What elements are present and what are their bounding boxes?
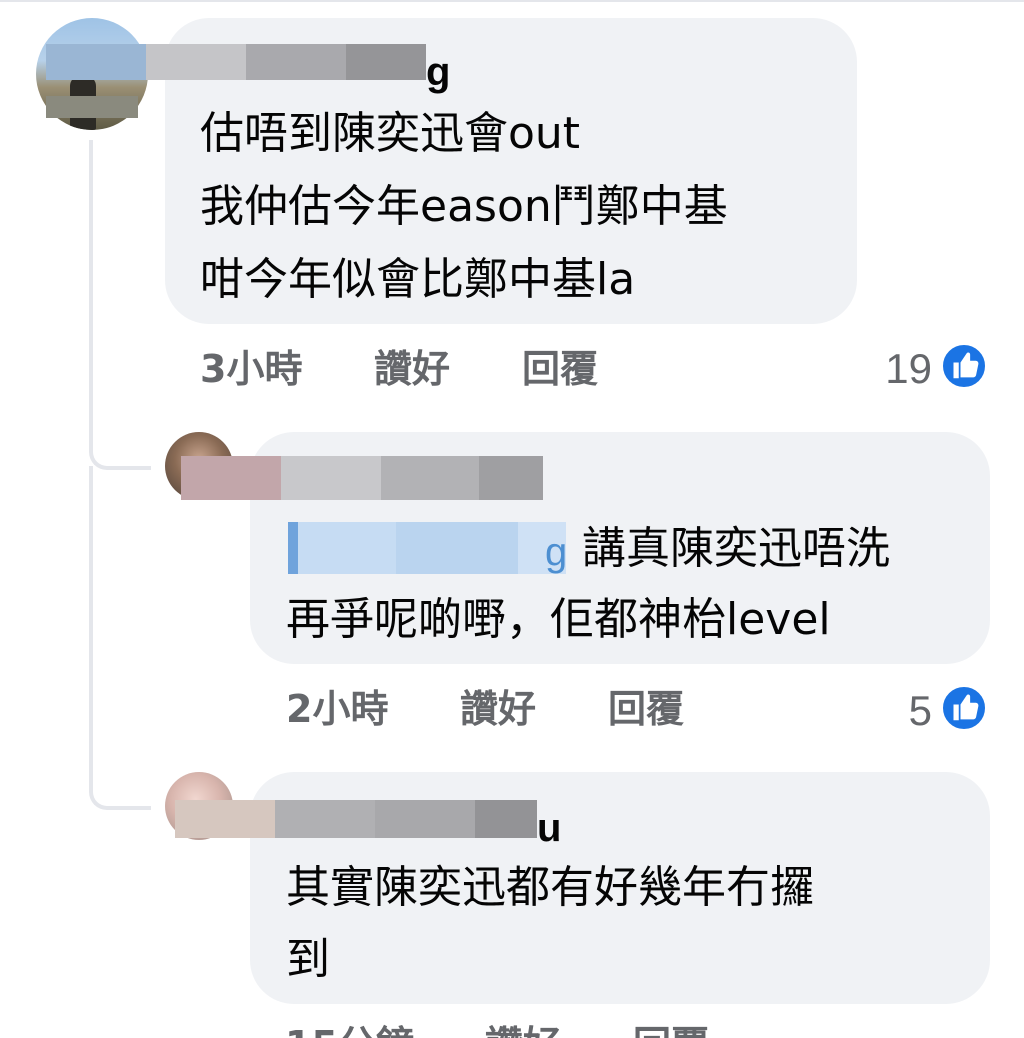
comment-timestamp: 2小時 xyxy=(286,687,389,731)
redacted-name[interactable] xyxy=(46,44,426,80)
like-count[interactable]: 5 xyxy=(880,690,932,732)
author-name-tail[interactable]: u xyxy=(537,808,561,848)
comment-text-line: 講真陳奕迅唔洗 xyxy=(582,523,890,574)
comment-text-line: 再爭呢啲嘢，佢都神枱level xyxy=(286,594,831,645)
like-button[interactable]: 讚好 xyxy=(374,350,450,388)
comment-timestamp: 3小時 xyxy=(200,347,303,391)
top-divider xyxy=(0,0,1024,2)
like-button[interactable]: 讚好 xyxy=(460,690,536,728)
like-button[interactable]: 讚好 xyxy=(485,1026,561,1038)
thumbs-up-icon[interactable] xyxy=(940,342,988,390)
mention-name-tail[interactable]: g xyxy=(545,532,567,572)
thumbs-up-icon[interactable] xyxy=(940,684,988,732)
comment-text-line: 我仲估今年eason鬥鄭中基 xyxy=(200,181,728,232)
redacted-overlay xyxy=(46,96,138,118)
comment-timestamp: 15分鐘 xyxy=(285,1026,414,1038)
thread-line xyxy=(89,140,93,440)
reply-button[interactable]: 回覆 xyxy=(633,1026,709,1038)
reply-button[interactable]: 回覆 xyxy=(522,350,598,388)
comment-thread: g 估唔到陳奕迅會out 我仲估今年eason鬥鄭中基 咁今年似會比鄭中基la … xyxy=(0,0,1024,1038)
redacted-mention[interactable] xyxy=(288,522,566,574)
author-name-tail[interactable]: g xyxy=(426,52,450,92)
redacted-name[interactable] xyxy=(181,456,543,500)
comment-text-line: 估唔到陳奕迅會out xyxy=(200,108,581,159)
comment-text-line: 到 xyxy=(286,934,330,985)
reply-button[interactable]: 回覆 xyxy=(608,690,684,728)
thread-elbow xyxy=(89,760,151,810)
cut-off-action-row: 15分鐘 讚好 回覆 xyxy=(285,1018,985,1038)
thread-elbow xyxy=(89,420,151,470)
comment-text-line: 咁今年似會比鄭中基la xyxy=(200,254,636,305)
redacted-name[interactable] xyxy=(175,800,537,838)
thread-line xyxy=(89,466,93,766)
comment-text-line: 其實陳奕迅都有好幾年冇攞 xyxy=(286,862,814,913)
like-count[interactable]: 19 xyxy=(860,348,932,390)
